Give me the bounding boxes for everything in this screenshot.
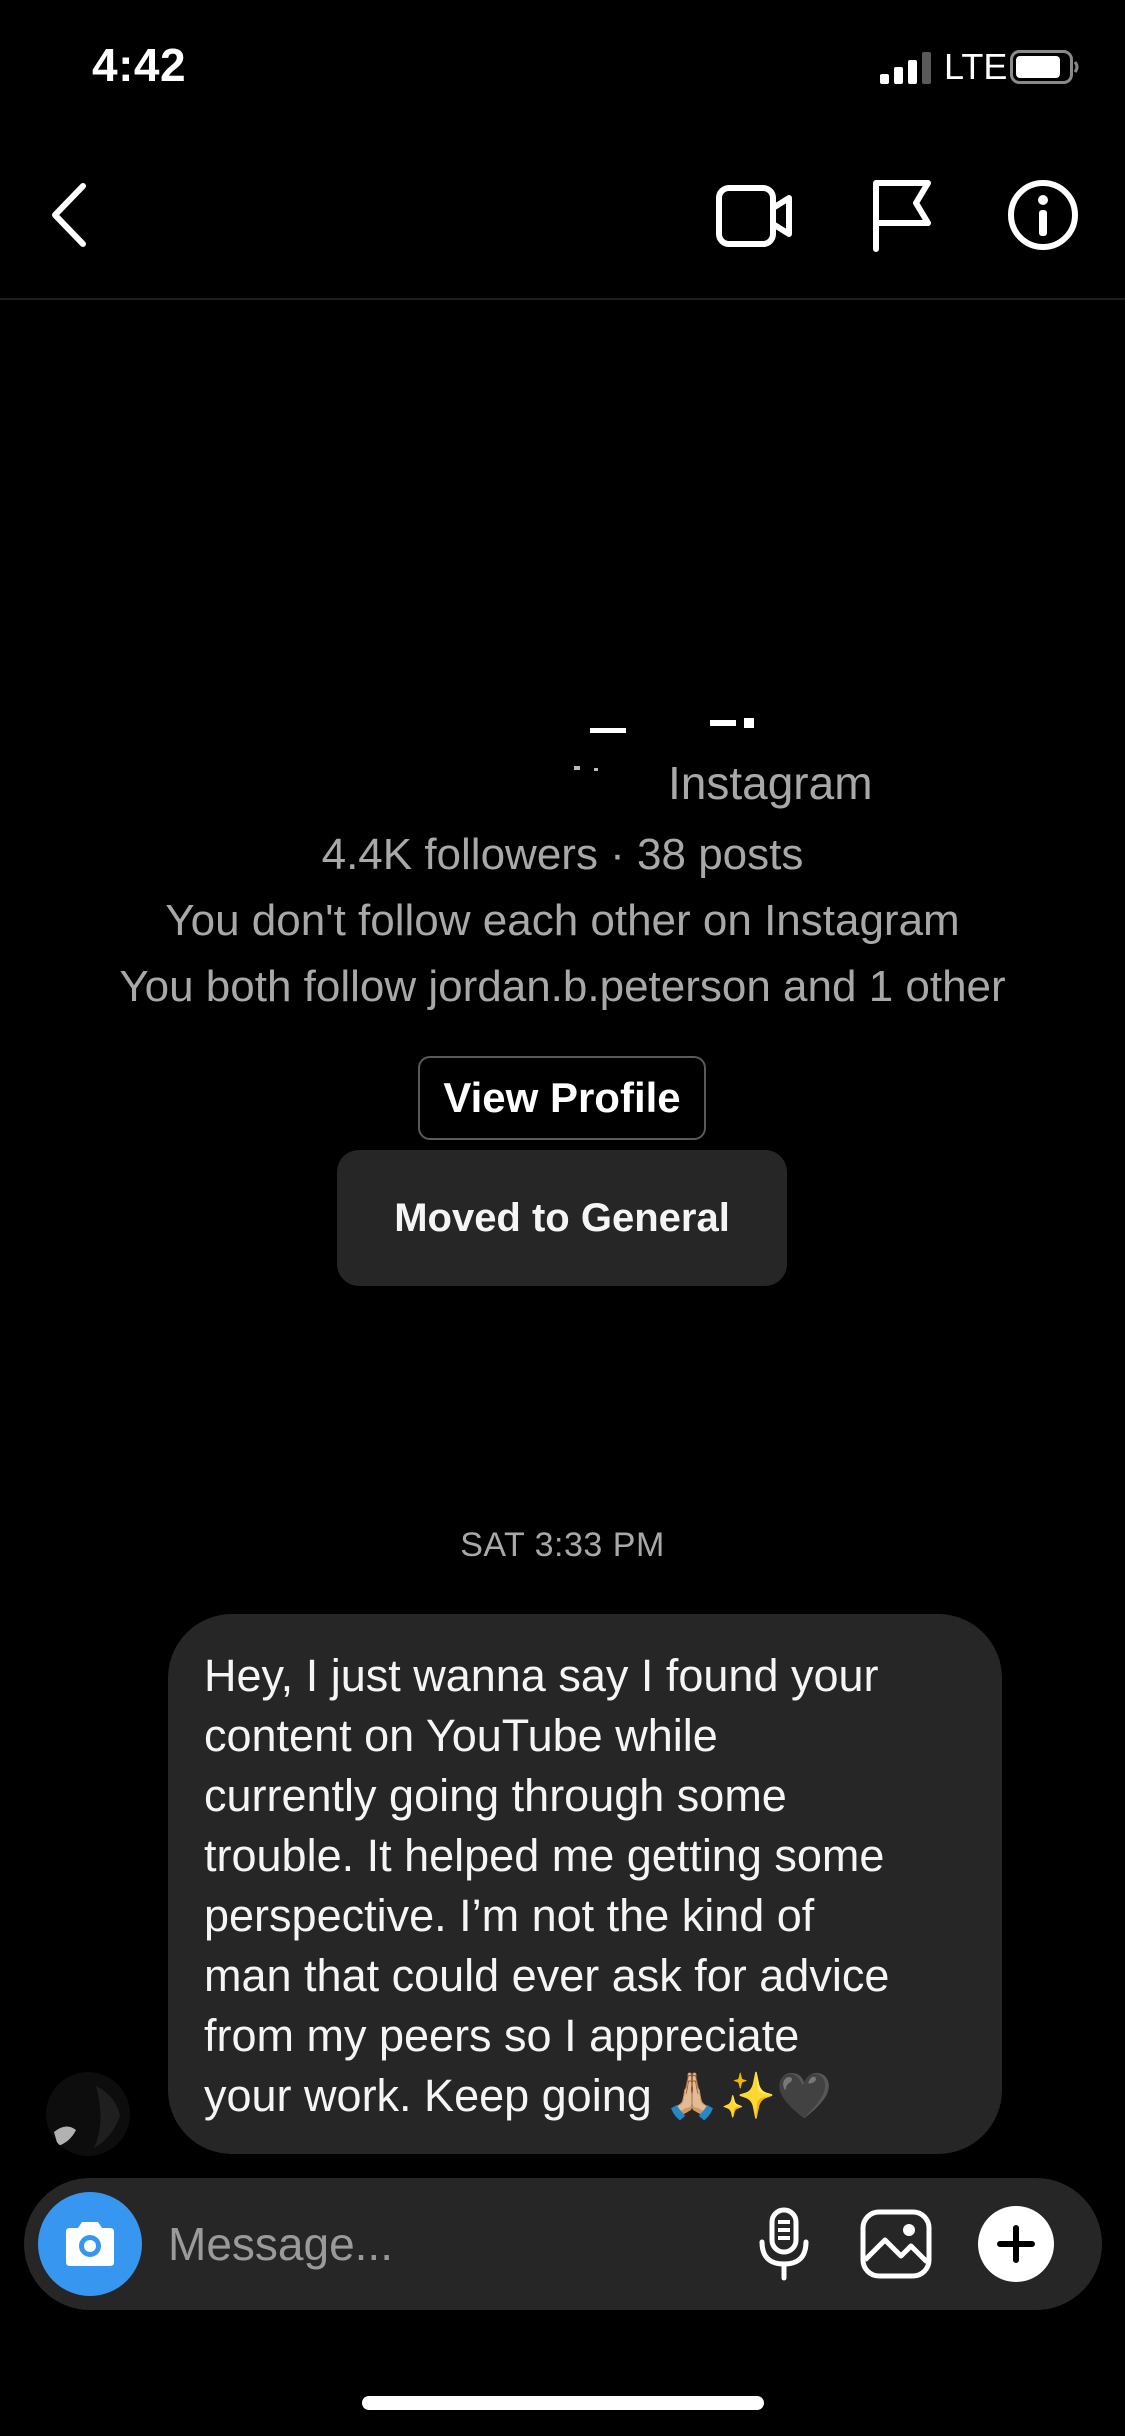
microphone-button[interactable] (742, 2202, 826, 2286)
moved-to-general-notice[interactable]: Moved to General (337, 1150, 787, 1286)
avatar[interactable] (46, 2072, 130, 2156)
signal-icon (880, 52, 931, 84)
info-button[interactable] (998, 170, 1088, 260)
battery-icon (1010, 50, 1079, 84)
home-indicator[interactable] (362, 2396, 764, 2410)
camera-button[interactable] (38, 2192, 142, 2296)
follow-status: You don't follow each other on Instagram (165, 896, 960, 945)
video-call-icon (716, 185, 792, 247)
mutual-followers: You both follow jordan.b.peterson and 1 … (119, 962, 1006, 1011)
flag-icon (873, 180, 931, 252)
header-divider (0, 298, 1125, 300)
message-bubble[interactable]: Hey, I just wanna say I found your conte… (168, 1614, 1002, 2154)
network-label: LTE (944, 46, 1008, 87)
gallery-icon (860, 2209, 932, 2279)
message-input[interactable] (168, 2208, 708, 2280)
gallery-button[interactable] (854, 2202, 938, 2286)
plus-icon (997, 2225, 1035, 2263)
info-icon (1008, 180, 1078, 250)
chevron-left-icon (52, 183, 86, 247)
status-time: 4:42 (92, 39, 187, 91)
add-button[interactable] (978, 2206, 1054, 2282)
report-button[interactable] (856, 170, 946, 260)
back-button[interactable] (26, 170, 116, 260)
camera-icon (66, 2222, 114, 2266)
microphone-icon (759, 2207, 809, 2281)
message-timestamp: SAT 3:33 PM (460, 1526, 665, 1564)
view-profile-button[interactable]: View Profile (418, 1056, 706, 1140)
profile-platform: Instagram (668, 757, 873, 809)
video-call-button[interactable] (710, 170, 800, 260)
avatar-image (46, 2072, 130, 2156)
message-text: Hey, I just wanna say I found your conte… (204, 1650, 890, 2121)
followers-count: 4.4K followers · 38 posts (321, 830, 804, 879)
